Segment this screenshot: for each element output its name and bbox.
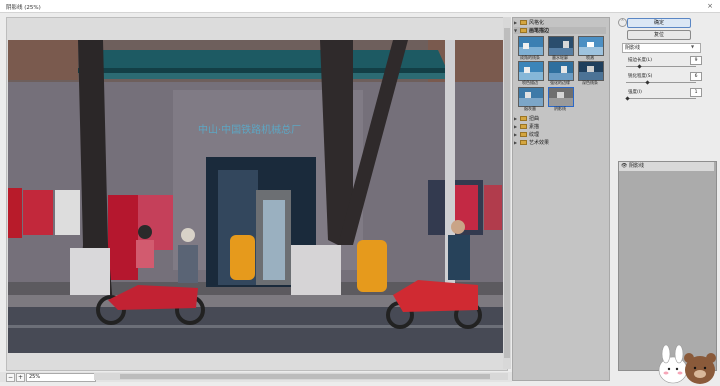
- folder-icon: [520, 20, 527, 25]
- thumb-preview: [549, 88, 573, 106]
- category-label: 素描: [529, 124, 540, 130]
- thumb-preview: [549, 62, 573, 80]
- zoom-out-button[interactable]: −: [6, 373, 15, 382]
- zoom-level-select[interactable]: 25%: [26, 373, 96, 382]
- category-label: 扭曲: [529, 116, 540, 122]
- folder-icon: [520, 116, 527, 121]
- building-sign: 中山·中国铁路机械总厂: [198, 123, 301, 136]
- filter-thumb-label: 深色线条: [582, 80, 598, 85]
- param-label-sharpness: 锐化程度(S): [628, 74, 653, 79]
- corner-sticker: [655, 340, 717, 384]
- stroke-length-knob[interactable]: [637, 64, 642, 69]
- folder-icon: [520, 124, 527, 129]
- filter-thumb-dark-strokes[interactable]: [578, 61, 604, 81]
- sharpness-slider[interactable]: [626, 82, 696, 83]
- filter-thumb-sprayed-strokes[interactable]: [518, 61, 544, 81]
- stroke-length-input[interactable]: 9: [690, 56, 702, 65]
- filter-thumb-accented-edges[interactable]: [548, 61, 574, 81]
- close-icon[interactable]: ×: [706, 2, 714, 10]
- preview-vertical-scroll-thumb[interactable]: [504, 28, 510, 358]
- effect-layer-row[interactable]: 👁 阴影线: [619, 162, 714, 171]
- filter-select[interactable]: 阴影线: [622, 43, 701, 53]
- zoom-in-button[interactable]: +: [16, 373, 25, 382]
- filter-thumb-label: 阴影线: [554, 106, 566, 111]
- strength-input[interactable]: 1: [690, 88, 702, 97]
- category-label: 风格化: [529, 20, 545, 26]
- thumb-preview: [549, 37, 573, 55]
- window-title: 阴影线 (25%): [6, 5, 41, 11]
- reset-button[interactable]: 复位: [627, 30, 691, 40]
- thumb-preview: [579, 37, 603, 55]
- filter-thumb-spatter[interactable]: [578, 36, 604, 56]
- filter-thumb-ink-outlines[interactable]: [548, 36, 574, 56]
- thumb-preview: [519, 88, 543, 106]
- preview-horizontal-scroll-thumb[interactable]: [120, 374, 490, 379]
- category-texture[interactable]: ▶ 纹理: [514, 131, 606, 138]
- filter-thumb-label: 烟灰墨: [524, 106, 536, 111]
- category-sketch[interactable]: ▶ 素描: [514, 123, 606, 130]
- category-stylize[interactable]: ▶ 风格化: [514, 19, 606, 26]
- category-artistic[interactable]: ▶ 艺术效果: [514, 139, 606, 146]
- param-label-stroke-length: 描边长度(L): [628, 58, 653, 63]
- category-distort[interactable]: ▶ 扭曲: [514, 115, 606, 122]
- preview-image[interactable]: 中山·中国铁路机械总厂: [8, 40, 503, 353]
- bear-bunny-sticker: [658, 344, 716, 384]
- effect-layer-label: 阴影线: [629, 163, 645, 169]
- chevron-down-icon: ▼: [691, 44, 695, 49]
- category-label: 画笔描边: [529, 28, 550, 34]
- folder-icon: [520, 140, 527, 145]
- filter-thumb-crosshatch[interactable]: [548, 87, 574, 107]
- sharpness-knob[interactable]: [645, 80, 650, 85]
- folder-icon: [520, 28, 527, 33]
- strength-knob[interactable]: [625, 96, 630, 101]
- param-label-strength: 强度(I): [628, 90, 642, 95]
- collapse-gallery-icon[interactable]: ⌃: [618, 18, 627, 27]
- filter-thumb-angled-strokes[interactable]: [518, 36, 544, 56]
- category-brush-strokes[interactable]: ▼ 画笔描边: [514, 27, 606, 34]
- filter-thumb-label: 强化的边缘: [550, 80, 570, 85]
- sharpness-input[interactable]: 6: [690, 72, 702, 81]
- title-bar: [0, 0, 720, 13]
- filter-thumb-sumi-e[interactable]: [518, 87, 544, 107]
- street-photo: 中山·中国铁路机械总厂: [8, 40, 503, 353]
- thumb-preview: [579, 62, 603, 80]
- folder-icon: [520, 132, 527, 137]
- thumb-preview: [519, 37, 543, 55]
- thumb-preview: [519, 62, 543, 80]
- filter-thumb-label: 喷色描边: [522, 80, 538, 85]
- category-label: 纹理: [529, 132, 540, 138]
- eye-icon[interactable]: 👁: [621, 162, 627, 171]
- ok-button[interactable]: 确定: [627, 18, 691, 28]
- strength-slider[interactable]: [626, 98, 696, 99]
- category-label: 艺术效果: [529, 140, 550, 146]
